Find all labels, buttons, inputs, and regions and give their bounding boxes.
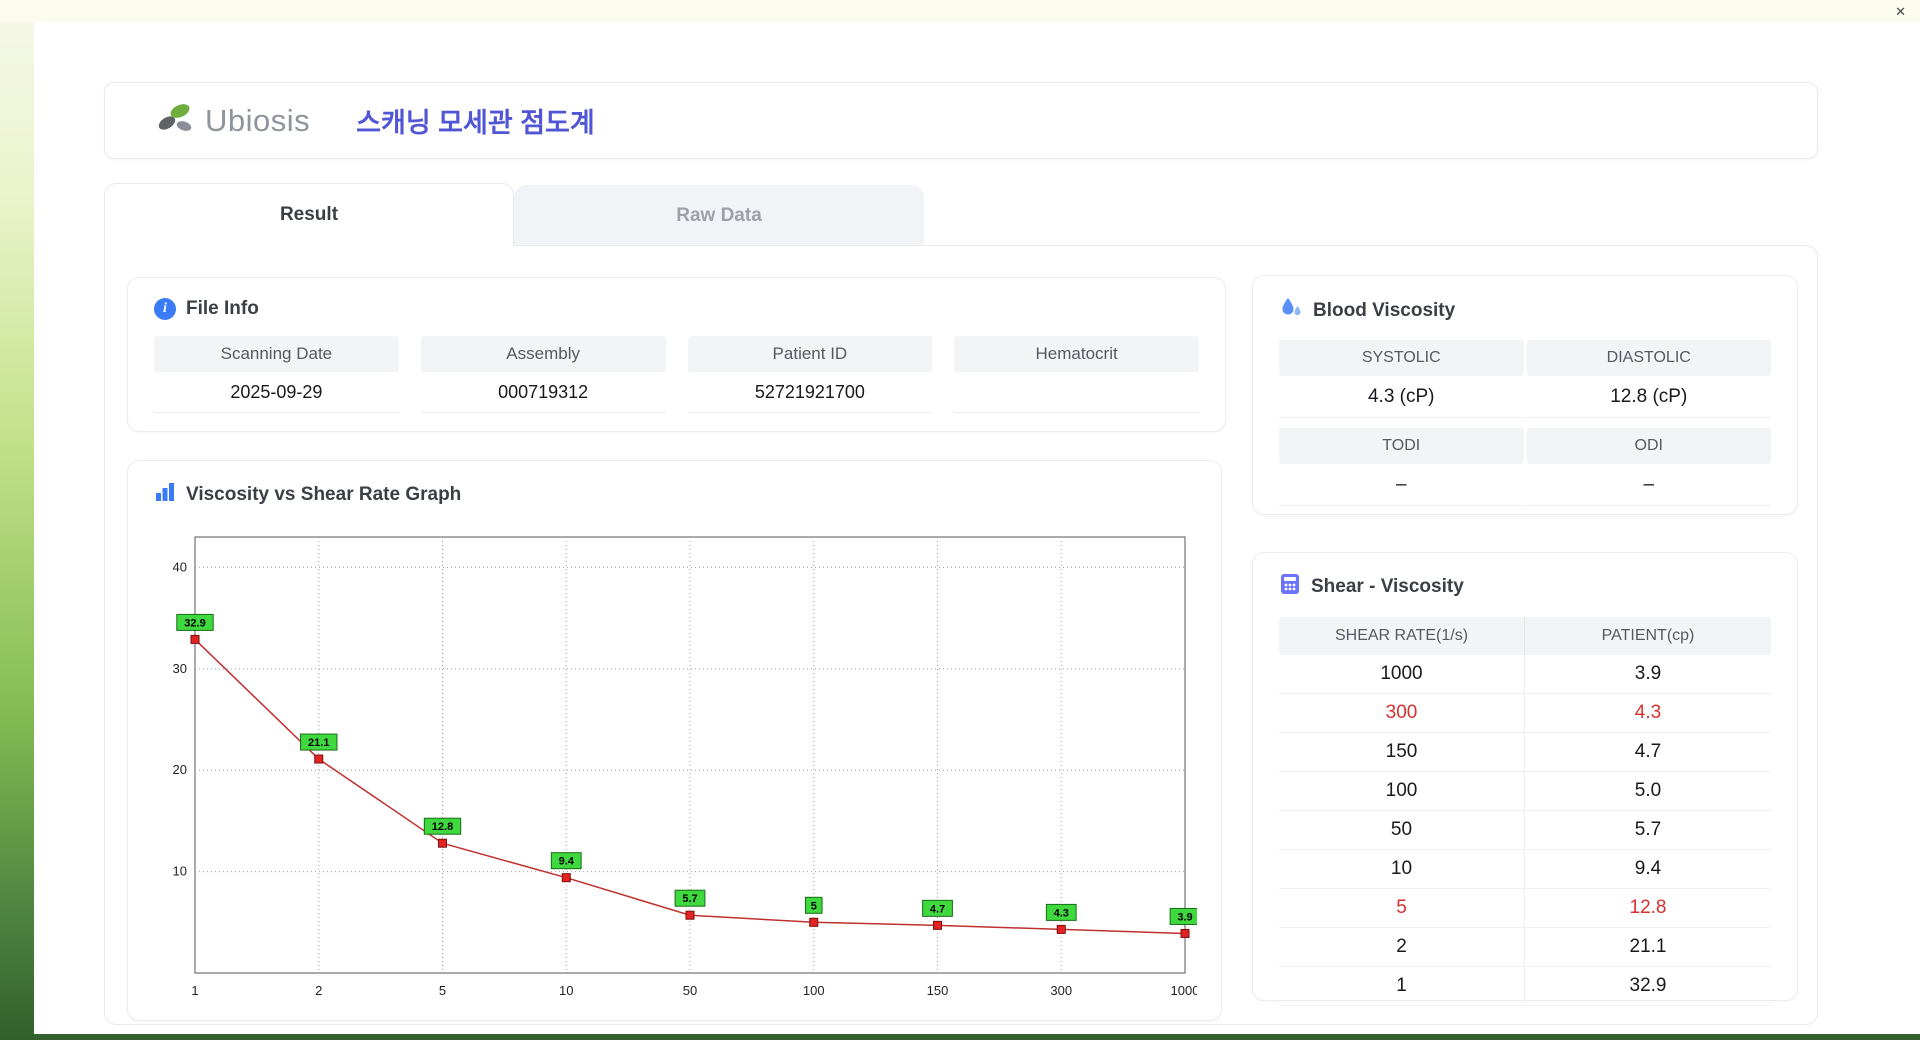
patient-cell: 3.9 xyxy=(1634,663,1662,684)
svg-text:20: 20 xyxy=(173,762,187,777)
shear-table-body: 1000 3.9 300 4.3 150 4.7 100 5.0 50 5.7 10 9.4 5 12.8… xyxy=(1279,655,1771,1006)
odi-label: ODI xyxy=(1526,428,1771,464)
diastolic-value: 12.8 (cP) xyxy=(1526,376,1771,418)
patient-cell: 5.7 xyxy=(1634,819,1662,840)
tab-raw-data[interactable]: Raw Data xyxy=(514,185,924,246)
todi-value: – xyxy=(1279,464,1524,506)
svg-text:4.3: 4.3 xyxy=(1054,907,1069,919)
shear-rate-cell: 300 xyxy=(1279,694,1525,732)
shear-viscosity-title: Shear - Viscosity xyxy=(1311,576,1464,597)
hematocrit-value xyxy=(954,372,1199,413)
patient-cell: 12.8 xyxy=(1629,897,1667,918)
patient-cell: 4.3 xyxy=(1634,702,1662,723)
assembly-label: Assembly xyxy=(420,336,666,372)
svg-text:1000: 1000 xyxy=(1171,983,1197,998)
patient-cell: 9.4 xyxy=(1634,858,1662,879)
systolic-value: 4.3 (cP) xyxy=(1279,376,1524,418)
desktop-background: { "window": { "close_glyph": "✕" }, "hea… xyxy=(0,0,1920,1040)
header-card: Ubiosis 스캐닝 모세관 점도계 xyxy=(104,82,1818,159)
shear-rate-cell: 100 xyxy=(1279,772,1525,810)
info-icon: i xyxy=(154,298,176,320)
shear-table-row: 10 9.4 xyxy=(1279,850,1771,889)
svg-text:30: 30 xyxy=(173,661,187,676)
patient-cell: 21.1 xyxy=(1629,936,1667,957)
odi-value: – xyxy=(1526,464,1771,506)
calculator-icon xyxy=(1279,573,1301,601)
diastolic-label: DIASTOLIC xyxy=(1526,340,1771,376)
shear-table-header: SHEAR RATE(1/s) PATIENT(cp) xyxy=(1279,617,1771,655)
svg-text:5: 5 xyxy=(811,900,817,912)
svg-text:9.4: 9.4 xyxy=(559,856,575,868)
shear-rate-cell: 150 xyxy=(1279,733,1525,771)
systolic-label: SYSTOLIC xyxy=(1279,340,1524,376)
shear-table-row: 1 32.9 xyxy=(1279,967,1771,1006)
shear-rate-cell: 1000 xyxy=(1279,655,1525,693)
shear-table-row: 2 21.1 xyxy=(1279,928,1771,967)
graph-card: Viscosity vs Shear Rate Graph 1 2 5 10 50 100… xyxy=(127,460,1222,1021)
file-info-grid: Scanning Date Assembly Patient ID Hemato… xyxy=(154,336,1199,413)
logo-leaf-icon xyxy=(153,98,199,143)
shear-table-row: 50 5.7 xyxy=(1279,811,1771,850)
patient-cell: 4.7 xyxy=(1634,741,1662,762)
svg-text:150: 150 xyxy=(927,983,949,998)
shear-rate-column-header: SHEAR RATE(1/s) xyxy=(1279,617,1525,655)
shear-table-row: 100 5.0 xyxy=(1279,772,1771,811)
shear-table-row: 1000 3.9 xyxy=(1279,655,1771,694)
shear-table-row: 300 4.3 xyxy=(1279,694,1771,733)
blood-viscosity-row1: SYSTOLIC DIASTOLIC 4.3 (cP) 12.8 (cP) xyxy=(1279,340,1771,418)
svg-text:300: 300 xyxy=(1050,983,1072,998)
shear-rate-cell: 5 xyxy=(1279,889,1525,927)
shear-table-row: 5 12.8 xyxy=(1279,889,1771,928)
shear-table-row: 150 4.7 xyxy=(1279,733,1771,772)
svg-text:5.7: 5.7 xyxy=(682,893,697,905)
scanning-date-label: Scanning Date xyxy=(154,336,399,372)
shear-rate-cell: 50 xyxy=(1279,811,1525,849)
svg-text:40: 40 xyxy=(173,559,187,574)
logo-text: Ubiosis xyxy=(205,102,311,138)
svg-text:10: 10 xyxy=(173,864,187,879)
patient-id-label: Patient ID xyxy=(687,336,933,372)
graph-title: Viscosity vs Shear Rate Graph xyxy=(186,484,462,505)
blood-viscosity-card: Blood Viscosity SYSTOLIC DIASTOLIC 4.3 (… xyxy=(1252,275,1798,515)
viscosity-chart: 1 2 5 10 50 100 150 300 1000 10 20 30 40 32.9 21.1 12.8… xyxy=(173,536,1197,998)
file-info-title: File Info xyxy=(186,298,259,319)
main-panel: i File Info Scanning Date Assembly Patie… xyxy=(104,245,1818,1025)
droplet-icon xyxy=(1279,296,1303,326)
svg-text:21.1: 21.1 xyxy=(308,737,329,749)
blood-viscosity-row2: TODI ODI – – xyxy=(1279,428,1771,506)
shear-rate-cell: 2 xyxy=(1279,928,1525,966)
todi-label: TODI xyxy=(1279,428,1524,464)
file-info-card: i File Info Scanning Date Assembly Patie… xyxy=(127,277,1226,432)
tab-result[interactable]: Result xyxy=(104,183,514,246)
svg-text:5: 5 xyxy=(439,983,446,998)
svg-text:50: 50 xyxy=(683,983,697,998)
logo: Ubiosis xyxy=(153,98,310,143)
patient-column-header: PATIENT(cp) xyxy=(1601,627,1695,644)
blood-viscosity-title: Blood Viscosity xyxy=(1313,300,1456,321)
shear-rate-cell: 1 xyxy=(1279,967,1525,1005)
scanning-date-value: 2025-09-29 xyxy=(154,372,399,413)
svg-text:1: 1 xyxy=(191,983,198,998)
patient-id-value: 52721921700 xyxy=(687,372,933,413)
close-button[interactable]: ✕ xyxy=(1895,5,1906,18)
svg-text:4.7: 4.7 xyxy=(930,903,945,915)
bar-chart-icon xyxy=(154,481,176,509)
titlebar: ✕ xyxy=(0,0,1920,22)
svg-text:100: 100 xyxy=(803,983,825,998)
app-window: Ubiosis 스캐닝 모세관 점도계 Result Raw Data i Fi… xyxy=(34,22,1920,1034)
patient-cell: 5.0 xyxy=(1634,780,1662,801)
svg-text:12.8: 12.8 xyxy=(432,821,453,833)
patient-cell: 32.9 xyxy=(1629,975,1667,996)
chart-wrap: 1 2 5 10 50 100 150 300 1000 10 20 30 40 32.9 21.1 12.8… xyxy=(154,517,1197,1009)
app-title: 스캐닝 모세관 점도계 xyxy=(356,108,595,138)
shear-viscosity-card: Shear - Viscosity SHEAR RATE(1/s) PATIEN… xyxy=(1252,552,1798,1006)
svg-text:10: 10 xyxy=(559,983,573,998)
svg-text:2: 2 xyxy=(315,983,322,998)
svg-text:3.9: 3.9 xyxy=(1177,911,1192,923)
hematocrit-label: Hematocrit xyxy=(954,336,1199,372)
assembly-value: 000719312 xyxy=(420,372,666,413)
shear-rate-cell: 10 xyxy=(1279,850,1525,888)
svg-text:32.9: 32.9 xyxy=(184,617,205,629)
